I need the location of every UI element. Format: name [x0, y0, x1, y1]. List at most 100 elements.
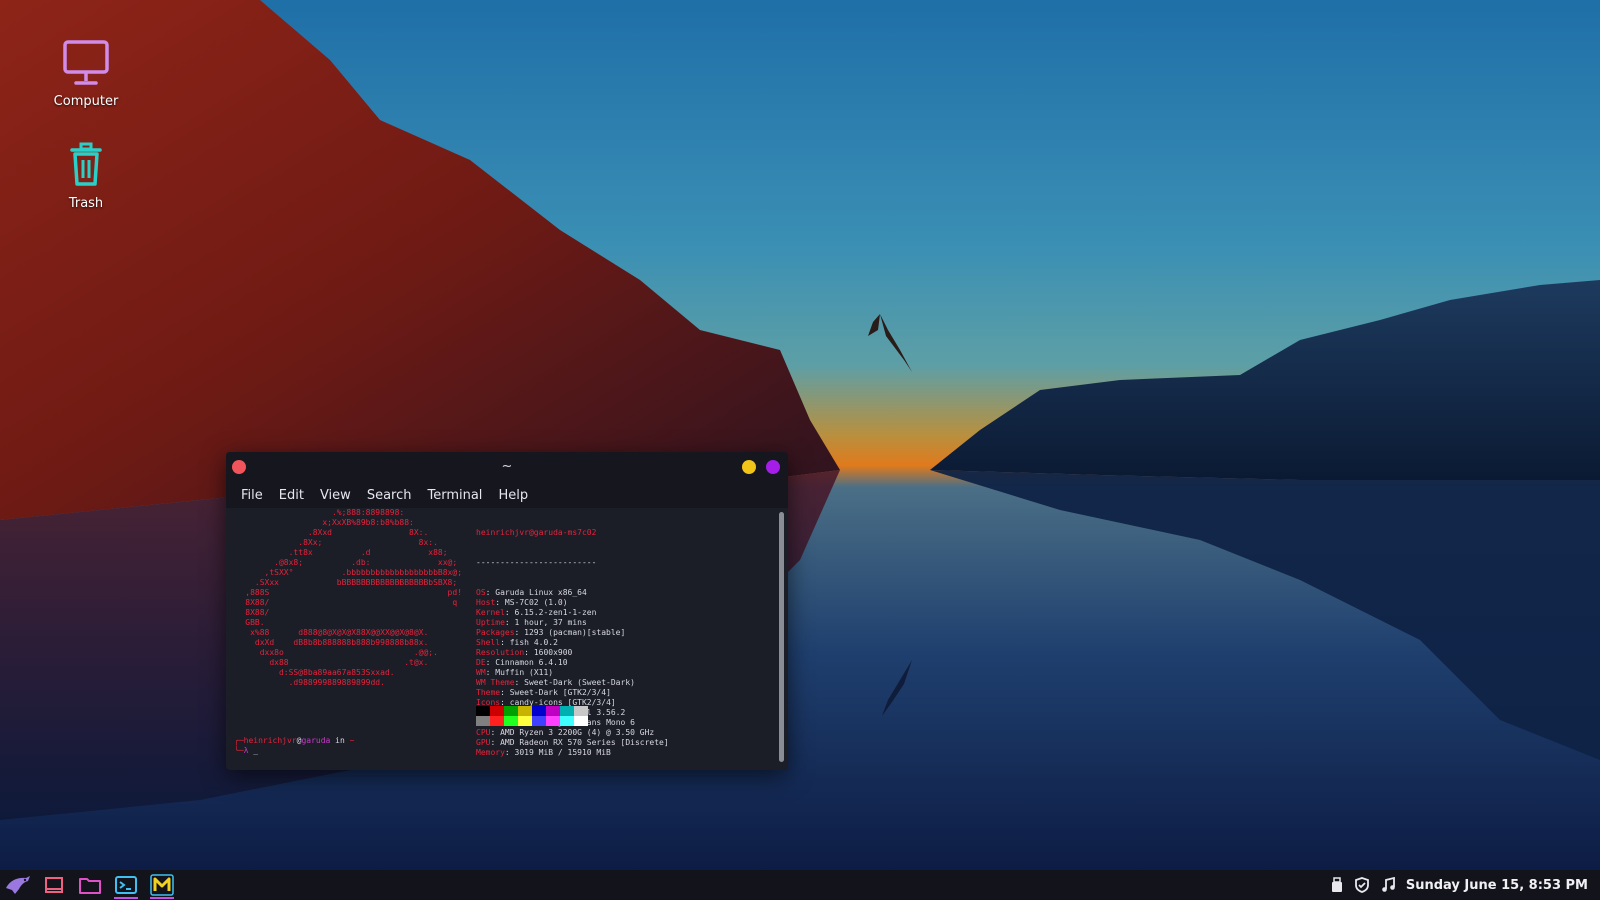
info-colon: : — [504, 618, 515, 627]
mailspring-launcher[interactable] — [144, 870, 180, 900]
info-key: OS — [476, 588, 486, 597]
info-row: GPU: AMD Radeon RX 570 Series [Discrete] — [476, 738, 669, 748]
terminal-window[interactable]: ~ File Edit View Search Terminal Help .%… — [226, 452, 788, 770]
info-colon: : — [504, 608, 515, 617]
info-value: 1600x900 — [533, 648, 573, 657]
info-value: fish 4.0.2 — [509, 638, 558, 647]
info-colon: : — [485, 668, 496, 677]
desktop-icon-trash[interactable]: Trash — [31, 138, 141, 211]
info-colon: : — [490, 728, 501, 737]
palette-swatch — [476, 706, 490, 716]
info-key: DE — [476, 658, 486, 667]
info-row: Resolution: 1600x900 — [476, 648, 669, 658]
show-desktop-icon — [45, 877, 63, 893]
clock[interactable]: Sunday June 15, 8:53 PM — [1406, 878, 1588, 893]
logo-line: 8X88/ — [226, 608, 270, 617]
logo-line: ,tSXX° .bbbbbbbbbbbbbbbbbbbB8x@; — [226, 568, 463, 577]
menu-help[interactable]: Help — [490, 488, 536, 503]
folder-icon — [79, 878, 101, 894]
palette-swatch — [476, 716, 490, 726]
info-colon: : — [490, 738, 501, 747]
terminal-menubar: File Edit View Search Terminal Help — [226, 482, 788, 508]
info-key: WM Theme — [476, 678, 515, 687]
terminal-output[interactable]: .%;888:8898898: x;XxXB%89b8:b8%b88: .8Xx… — [226, 508, 788, 770]
info-row: Uptime: 1 hour, 37 mins — [476, 618, 669, 628]
menu-file[interactable]: File — [233, 488, 271, 503]
info-value: 6.15.2-zen1-1-zen — [514, 608, 597, 617]
palette-swatch — [560, 706, 574, 716]
window-close-button[interactable] — [232, 460, 246, 474]
window-title: ~ — [501, 459, 513, 474]
color-palette — [476, 706, 588, 726]
terminal-titlebar[interactable]: ~ — [226, 452, 788, 482]
usb-drive-icon[interactable] — [1330, 877, 1344, 893]
logo-line: .8Xxd 8X:. — [226, 528, 429, 537]
info-row: Kernel: 6.15.2-zen1-1-zen — [476, 608, 669, 618]
info-value: Cinnamon 6.4.10 — [495, 658, 568, 667]
menu-search[interactable]: Search — [359, 488, 420, 503]
info-colon: : — [524, 648, 534, 657]
info-key: Uptime — [476, 618, 505, 627]
logo-line: .tt8x .d x88; — [226, 548, 448, 557]
ascii-logo: .%;888:8898898: x;XxXB%89b8:b8%b88: .8Xx… — [226, 508, 462, 688]
info-key: Shell — [476, 638, 501, 647]
info-value: Sweet-Dark (Sweet-Dark) — [524, 678, 635, 687]
info-key: Theme — [476, 688, 501, 697]
logo-line: .SXxx bBBBBBBBBBBBBBBBBBBbSBX8; — [226, 578, 458, 587]
info-value: 3019 MiB / 15910 MiB — [514, 748, 611, 757]
info-value: 1293 (pacman)[stable] — [524, 628, 626, 637]
garuda-eagle-icon — [6, 876, 30, 894]
monitor-icon — [63, 40, 109, 85]
info-row: Host: MS-7C02 (1.0) — [476, 598, 669, 608]
logo-line: dx88 .t@x. — [226, 658, 429, 667]
info-value: Muffin (X11) — [495, 668, 554, 677]
info-key: Kernel — [476, 608, 505, 617]
desktop-icon-computer[interactable]: Computer — [31, 36, 141, 109]
menu-button[interactable] — [0, 870, 36, 900]
logo-line: x%88 d888@8@X@X@X88X@@XX@@X@8@X. — [226, 628, 429, 637]
info-colon: : — [514, 678, 525, 687]
shield-icon[interactable] — [1354, 877, 1370, 893]
menu-terminal[interactable]: Terminal — [419, 488, 490, 503]
terminal-launcher[interactable] — [108, 870, 144, 900]
info-value: AMD Radeon RX 570 Series [Discrete] — [500, 738, 669, 747]
logo-line: GBB. — [226, 618, 265, 627]
logo-line: .%;888:8898898: — [226, 508, 405, 517]
music-note-icon[interactable] — [1380, 877, 1396, 893]
palette-swatch — [504, 716, 518, 726]
info-value: MS-7C02 (1.0) — [504, 598, 568, 607]
prompt-cursor: _ — [253, 746, 259, 755]
window-minimize-button[interactable] — [742, 460, 756, 474]
palette-swatch — [518, 716, 532, 726]
files-launcher[interactable] — [72, 870, 108, 900]
info-row: Theme: Sweet-Dark [GTK2/3/4] — [476, 688, 669, 698]
info-value: AMD Ryzen 3 2200G (4) @ 3.50 GHz — [500, 728, 655, 737]
logo-line: .8Xx; 8x:. — [226, 538, 438, 547]
prompt-host: garuda — [301, 736, 331, 745]
terminal-scrollbar[interactable] — [779, 512, 784, 762]
palette-swatch — [518, 706, 532, 716]
info-colon: : — [500, 688, 510, 697]
logo-line: .d988999889889899dd. — [226, 678, 385, 687]
info-row: DE: Cinnamon 6.4.10 — [476, 658, 669, 668]
info-key: WM — [476, 668, 486, 677]
desktop-icon-label: Trash — [68, 196, 104, 211]
info-row: WM: Muffin (X11) — [476, 668, 669, 678]
palette-swatch — [532, 716, 546, 726]
shell-prompt: ╭─heinrichjvr@garuda in ~ ╰─λ _ — [234, 736, 354, 756]
system-tray: Sunday June 15, 8:53 PM — [1330, 877, 1600, 893]
menu-edit[interactable]: Edit — [271, 488, 312, 503]
show-desktop-launcher[interactable] — [36, 870, 72, 900]
trash-icon — [70, 142, 102, 186]
info-row: Packages: 1293 (pacman)[stable] — [476, 628, 669, 638]
desktop-icon-label: Computer — [53, 94, 119, 109]
menu-view[interactable]: View — [312, 488, 359, 503]
palette-swatch — [546, 716, 560, 726]
info-key: Host — [476, 598, 496, 607]
logo-line: ,888S pd! — [226, 588, 463, 597]
palette-swatch — [490, 716, 504, 726]
info-value: Sweet-Dark [GTK2/3/4] — [509, 688, 611, 697]
window-maximize-button[interactable] — [766, 460, 780, 474]
logo-line: d:SS@8ba89aa67a853Sxxad. — [226, 668, 395, 677]
prompt-corner: ╭─ — [234, 736, 244, 745]
